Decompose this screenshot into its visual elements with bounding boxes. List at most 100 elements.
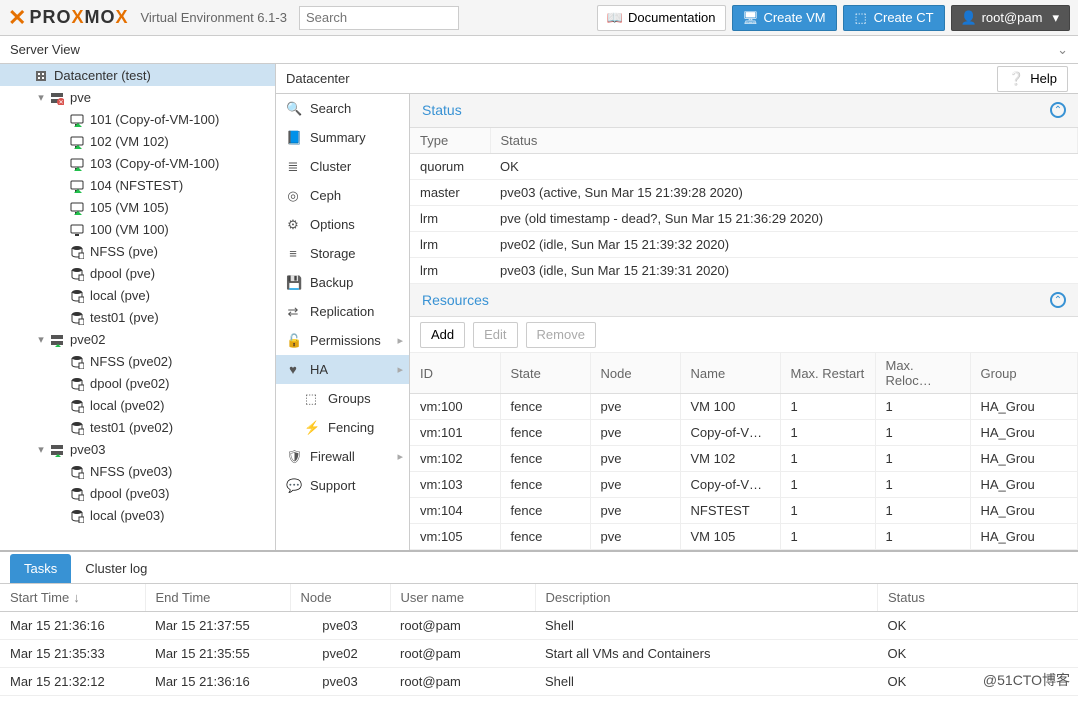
documentation-button[interactable]: 📖Documentation — [597, 5, 726, 31]
sidemenu-item-groups[interactable]: ⬚Groups — [276, 384, 409, 413]
sidemenu-item-ha[interactable]: ♥HA▸ — [276, 355, 409, 384]
tree-item[interactable]: local (pve02) — [0, 394, 275, 416]
resources-toolbar: Add Edit Remove — [410, 317, 1078, 353]
sidemenu-item-fencing[interactable]: ⚡Fencing — [276, 413, 409, 442]
create-ct-button[interactable]: ⬚Create CT — [843, 5, 945, 31]
collapse-icon[interactable]: ⌃ — [1050, 292, 1066, 308]
content-header: Datacenter ❔ Help — [276, 64, 1078, 94]
sidemenu-item-search[interactable]: 🔍Search — [276, 94, 409, 123]
task-row[interactable]: Mar 15 21:36:16Mar 15 21:37:55pve03root@… — [0, 612, 1078, 640]
db-icon — [68, 287, 86, 303]
tree-item[interactable]: test01 (pve) — [0, 306, 275, 328]
tree-item[interactable]: ▾✕pve — [0, 86, 275, 108]
col-state[interactable]: State — [500, 353, 590, 394]
menu-icon: ≡ — [286, 246, 300, 261]
resource-row[interactable]: vm:100fencepveVM 10011HA_Grou — [410, 394, 1078, 420]
tree-item[interactable]: local (pve03) — [0, 504, 275, 526]
tree-item[interactable]: test01 (pve02) — [0, 416, 275, 438]
tree-item[interactable]: 102 (VM 102) — [0, 130, 275, 152]
tree-item-label: test01 (pve02) — [90, 420, 173, 435]
task-row[interactable]: Mar 15 21:35:33Mar 15 21:35:55pve02root@… — [0, 640, 1078, 668]
col-node[interactable]: Node — [590, 353, 680, 394]
tree-item[interactable]: ▾pve03 — [0, 438, 275, 460]
menu-icon: ◎ — [286, 188, 300, 204]
status-panel-header[interactable]: Status ⌃ — [410, 94, 1078, 128]
col-status[interactable]: Status — [490, 128, 1078, 154]
col-id[interactable]: ID — [410, 353, 500, 394]
resource-row[interactable]: vm:101fencepveCopy-of-V…11HA_Grou — [410, 420, 1078, 446]
sidemenu-item-firewall[interactable]: 🛡Firewall▸ — [276, 442, 409, 471]
resource-row[interactable]: vm:103fencepveCopy-of-V…11HA_Grou — [410, 472, 1078, 498]
resource-row[interactable]: vm:102fencepveVM 10211HA_Grou — [410, 446, 1078, 472]
add-button[interactable]: Add — [420, 322, 465, 348]
user-icon: 👤 — [962, 11, 976, 25]
status-row[interactable]: lrmpve03 (idle, Sun Mar 15 21:39:31 2020… — [410, 257, 1078, 283]
tree-item[interactable]: 103 (Copy-of-VM-100) — [0, 152, 275, 174]
tree-item[interactable]: Datacenter (test) — [0, 64, 275, 86]
chevron-down-icon: ▾ — [1052, 10, 1059, 26]
col-maxreloc[interactable]: Max. Reloc… — [875, 353, 970, 394]
col-start-time[interactable]: Start Time↓ — [0, 584, 145, 612]
remove-button[interactable]: Remove — [526, 322, 596, 348]
monitor-on-icon — [68, 133, 86, 149]
status-row[interactable]: masterpve03 (active, Sun Mar 15 21:39:28… — [410, 179, 1078, 205]
sidemenu-item-options[interactable]: ⚙Options — [276, 210, 409, 239]
status-row[interactable]: lrmpve (old timestamp - dead?, Sun Mar 1… — [410, 205, 1078, 231]
tree-item[interactable]: NFSS (pve02) — [0, 350, 275, 372]
sort-down-icon: ↓ — [73, 590, 80, 605]
menu-icon: 🛡 — [286, 449, 300, 465]
create-vm-button[interactable]: 🖥Create VM — [732, 5, 836, 31]
col-status[interactable]: Status — [878, 584, 1078, 612]
col-description[interactable]: Description — [535, 584, 878, 612]
user-menu-button[interactable]: 👤root@pam▾ — [951, 5, 1070, 31]
task-row[interactable]: Mar 15 21:32:12Mar 15 21:36:16pve03root@… — [0, 668, 1078, 696]
col-maxrestart[interactable]: Max. Restart — [780, 353, 875, 394]
sidemenu-item-ceph[interactable]: ◎Ceph — [276, 181, 409, 210]
sidemenu-label: Search — [310, 101, 351, 116]
tree-item[interactable]: dpool (pve03) — [0, 482, 275, 504]
tab-cluster-log[interactable]: Cluster log — [71, 554, 161, 583]
status-row[interactable]: lrmpve02 (idle, Sun Mar 15 21:39:32 2020… — [410, 231, 1078, 257]
sidemenu-label: Replication — [310, 304, 374, 319]
tree-item-label: local (pve03) — [90, 508, 164, 523]
sidemenu-item-cluster[interactable]: ≣Cluster — [276, 152, 409, 181]
sidemenu-item-summary[interactable]: 📘Summary — [276, 123, 409, 152]
sidemenu-label: Backup — [310, 275, 353, 290]
tree-item[interactable]: dpool (pve02) — [0, 372, 275, 394]
tree-item[interactable]: ▾pve02 — [0, 328, 275, 350]
col-user[interactable]: User name — [390, 584, 535, 612]
search-input[interactable] — [299, 6, 459, 30]
tasks-table: Start Time↓ End Time Node User name Desc… — [0, 584, 1078, 696]
col-node[interactable]: Node — [290, 584, 390, 612]
tree-item[interactable]: 100 (VM 100) — [0, 218, 275, 240]
tree-item-label: Datacenter (test) — [54, 68, 151, 83]
col-type[interactable]: Type — [410, 128, 490, 154]
status-row[interactable]: quorumOK — [410, 153, 1078, 179]
sidemenu-item-backup[interactable]: 💾Backup — [276, 268, 409, 297]
tree-item-label: 102 (VM 102) — [90, 134, 169, 149]
sidemenu-item-permissions[interactable]: 🔓Permissions▸ — [276, 326, 409, 355]
tree-item[interactable]: NFSS (pve03) — [0, 460, 275, 482]
tab-tasks[interactable]: Tasks — [10, 554, 71, 583]
resources-panel-header[interactable]: Resources ⌃ — [410, 284, 1078, 318]
sidemenu-item-replication[interactable]: ⇄Replication — [276, 297, 409, 326]
collapse-icon[interactable]: ⌃ — [1050, 102, 1066, 118]
resource-row[interactable]: vm:105fencepveVM 10511HA_Grou — [410, 524, 1078, 550]
sidemenu-item-support[interactable]: 💬Support — [276, 471, 409, 500]
tree-item[interactable]: 101 (Copy-of-VM-100) — [0, 108, 275, 130]
tree-item[interactable]: local (pve) — [0, 284, 275, 306]
sidemenu-item-storage[interactable]: ≡Storage — [276, 239, 409, 268]
col-group[interactable]: Group — [970, 353, 1078, 394]
tree-item[interactable]: 104 (NFSTEST) — [0, 174, 275, 196]
edit-button[interactable]: Edit — [473, 322, 517, 348]
resource-row[interactable]: vm:104fencepveNFSTEST11HA_Grou — [410, 498, 1078, 524]
help-button[interactable]: ❔ Help — [997, 66, 1068, 92]
tree-item[interactable]: NFSS (pve) — [0, 240, 275, 262]
tree-item[interactable]: dpool (pve) — [0, 262, 275, 284]
col-name[interactable]: Name — [680, 353, 780, 394]
server-view-selector[interactable]: Server View ⌄ — [0, 36, 1078, 64]
tree-item[interactable]: 105 (VM 105) — [0, 196, 275, 218]
resource-tree: Datacenter (test) ▾✕pve101 (Copy-of-VM-10… — [0, 64, 276, 550]
logo: ✕ PROXMOX — [8, 5, 128, 31]
col-end-time[interactable]: End Time — [145, 584, 290, 612]
